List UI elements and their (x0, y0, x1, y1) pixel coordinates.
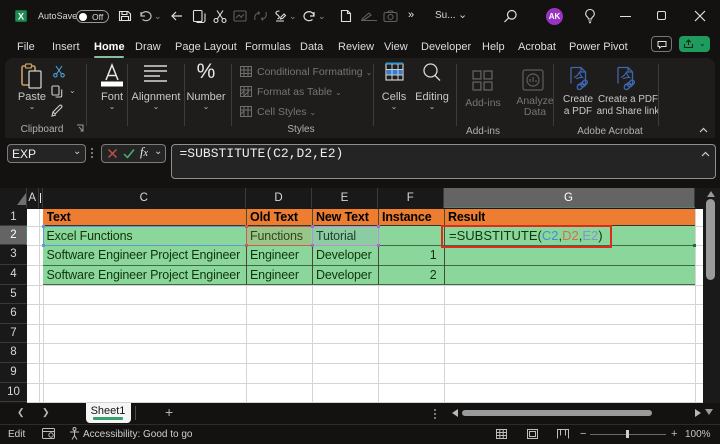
svg-text:X: X (18, 11, 25, 21)
